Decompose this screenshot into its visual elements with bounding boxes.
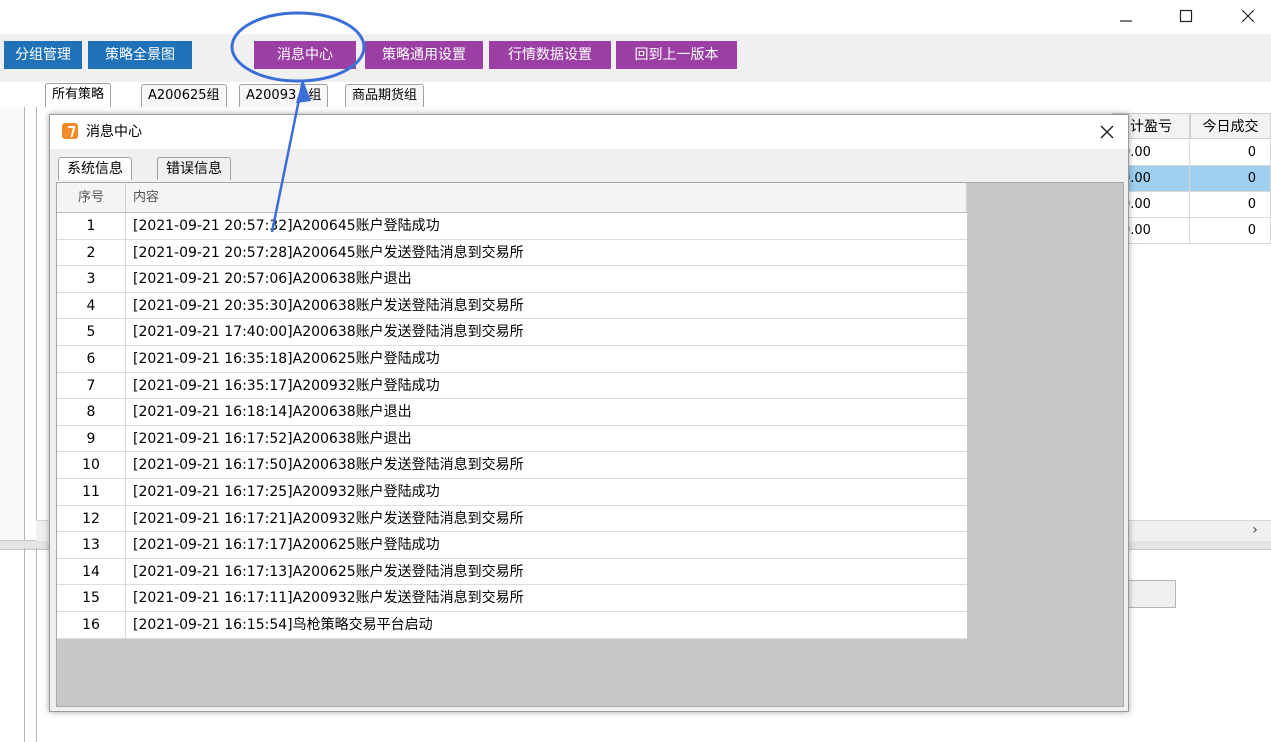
message-index: 16: [57, 612, 126, 638]
message-index: 12: [57, 505, 126, 532]
message-grid-header: 序号 内容: [57, 183, 967, 213]
message-index: 6: [57, 346, 126, 372]
today-cell: 0: [1190, 192, 1271, 218]
message-index: 10: [57, 452, 126, 478]
message-content: [2021-09-21 16:15:54]鸟枪策略交易平台启动: [133, 617, 433, 633]
message-content: [2021-09-21 16:17:21]A200932账户发送登陆消息到交易所: [133, 510, 524, 527]
tab-a20093x-suffix: 组: [308, 88, 322, 103]
tab-a200625[interactable]: A200625组: [141, 84, 227, 107]
message-row[interactable]: 9 [2021-09-21 16:17:52]A200638账户退出: [57, 425, 967, 453]
message-content: [2021-09-21 16:35:18]A200625账户登陆成功: [133, 351, 440, 367]
today-cell: 0: [1190, 166, 1271, 192]
message-index: 14: [57, 558, 126, 585]
message-index: 11: [57, 479, 126, 505]
message-content: [2021-09-21 16:17:50]A200638账户发送登陆消息到交易所: [133, 457, 524, 474]
close-icon: [1241, 9, 1255, 23]
strategy-settings-button[interactable]: 策略通用设置: [365, 41, 483, 69]
message-row[interactable]: 6 [2021-09-21 16:35:18]A200625账户登陆成功: [57, 346, 967, 373]
message-row[interactable]: 10 [2021-09-21 16:17:50]A200638账户发送登陆消息到交…: [57, 452, 967, 479]
revert-version-button[interactable]: 回到上一版本: [616, 41, 737, 69]
market-data-settings-button[interactable]: 行情数据设置: [489, 41, 611, 69]
window-close-button[interactable]: [1226, 0, 1270, 32]
minimize-icon: [1120, 20, 1132, 22]
message-content: [2021-09-21 20:57:06]A200638账户退出: [133, 271, 412, 288]
dialog-titlebar[interactable]: 消息中心: [50, 115, 1128, 149]
message-content: [2021-09-21 16:17:25]A200932账户登陆成功: [133, 484, 440, 500]
lower-left-panel: [0, 548, 25, 742]
message-index: 5: [57, 319, 126, 345]
message-row[interactable]: 5 [2021-09-21 17:40:00]A200638账户发送登陆消息到交易…: [57, 319, 967, 346]
message-content: [2021-09-21 20:57:28]A200645账户发送登陆消息到交易所: [133, 244, 524, 261]
scroll-right-icon[interactable]: ›: [1245, 520, 1265, 540]
minimize-button[interactable]: [1104, 0, 1148, 32]
message-content: [2021-09-21 20:35:30]A200638账户发送登陆消息到交易所: [133, 297, 524, 314]
message-content: [2021-09-21 16:17:11]A200932账户发送登陆消息到交易所: [133, 590, 524, 607]
dialog-title: 消息中心: [86, 124, 142, 140]
app-logo-icon: [62, 123, 78, 139]
message-row[interactable]: 8 [2021-09-21 16:18:14]A200638账户退出: [57, 399, 967, 426]
message-content: [2021-09-21 16:35:17]A200932账户登陆成功: [133, 377, 440, 394]
message-index: 4: [57, 292, 126, 319]
message-content: [2021-09-21 16:17:17]A200625账户登陆成功: [133, 537, 440, 554]
message-content: [2021-09-21 16:18:14]A200638账户退出: [133, 404, 412, 421]
message-row[interactable]: 15 [2021-09-21 16:17:11]A200932账户发送登陆消息到交…: [57, 585, 967, 612]
message-index: 9: [57, 425, 126, 452]
message-index: 15: [57, 585, 126, 611]
message-row[interactable]: 2 [2021-09-21 20:57:28]A200645账户发送登陆消息到交易…: [57, 239, 967, 267]
message-content: [2021-09-21 16:17:52]A200638账户退出: [133, 430, 412, 447]
tab-error-info[interactable]: 错误信息: [157, 157, 231, 180]
close-icon: [1100, 125, 1114, 139]
message-content: [2021-09-21 17:40:00]A200638账户发送登陆消息到交易所: [133, 324, 524, 341]
column-header-index[interactable]: 序号: [57, 183, 126, 212]
today-cell: 0: [1190, 218, 1271, 244]
left-panel: [0, 107, 25, 547]
dialog-close-button[interactable]: [1096, 121, 1118, 143]
maximize-button[interactable]: [1164, 0, 1208, 32]
tab-a20093x-label: A20093: [246, 88, 297, 103]
message-row[interactable]: 11 [2021-09-21 16:17:25]A200932账户登陆成功: [57, 479, 967, 506]
maximize-icon: [1179, 9, 1193, 23]
message-index: 13: [57, 532, 126, 558]
strategy-overview-button[interactable]: 策略全景图: [88, 41, 192, 69]
message-index: 8: [57, 399, 126, 425]
message-index: 3: [57, 266, 126, 292]
message-row[interactable]: 7 [2021-09-21 16:35:17]A200932账户登陆成功: [57, 372, 967, 400]
message-index: 1: [57, 213, 126, 239]
lower-grid-header-stub: [1126, 580, 1176, 608]
message-content: [2021-09-21 16:17:13]A200625账户发送登陆消息到交易所: [133, 563, 524, 580]
message-row[interactable]: 4 [2021-09-21 20:35:30]A200638账户发送登陆消息到交易…: [57, 292, 967, 320]
today-cell: 0: [1190, 140, 1271, 166]
message-center-dialog: 消息中心 系统信息 错误信息 序号 内容 1 [2021-09-21 20:57:…: [49, 114, 1129, 712]
message-grid: 序号 内容 1 [2021-09-21 20:57:32]A200645账户登陆成…: [56, 182, 1124, 707]
message-row[interactable]: 3 [2021-09-21 20:57:06]A200638账户退出: [57, 266, 967, 293]
tab-all-strategies[interactable]: 所有策略: [45, 83, 112, 108]
message-row[interactable]: 1 [2021-09-21 20:57:32]A200645账户登陆成功: [57, 213, 967, 240]
tab-a20093x[interactable]: A20093 组: [239, 84, 329, 107]
message-row[interactable]: 16 [2021-09-21 16:15:54]鸟枪策略交易平台启动: [57, 612, 967, 639]
message-row[interactable]: 12 [2021-09-21 16:17:21]A200932账户发送登陆消息到交…: [57, 505, 967, 533]
message-center-button[interactable]: 消息中心: [254, 41, 356, 69]
message-row[interactable]: 14 [2021-09-21 16:17:13]A200625账户发送登陆消息到交…: [57, 558, 967, 586]
tab-commodity-futures[interactable]: 商品期货组: [345, 84, 425, 107]
tab-system-info[interactable]: 系统信息: [58, 157, 132, 180]
message-row[interactable]: 13 [2021-09-21 16:17:17]A200625账户登陆成功: [57, 532, 967, 559]
group-manage-button[interactable]: 分组管理: [4, 41, 82, 69]
message-index: 2: [57, 239, 126, 266]
message-index: 7: [57, 372, 126, 399]
column-header-today[interactable]: 今日成交: [1190, 113, 1271, 139]
message-content: [2021-09-21 20:57:32]A200645账户登陆成功: [133, 218, 440, 234]
column-header-content[interactable]: 内容: [126, 183, 967, 212]
